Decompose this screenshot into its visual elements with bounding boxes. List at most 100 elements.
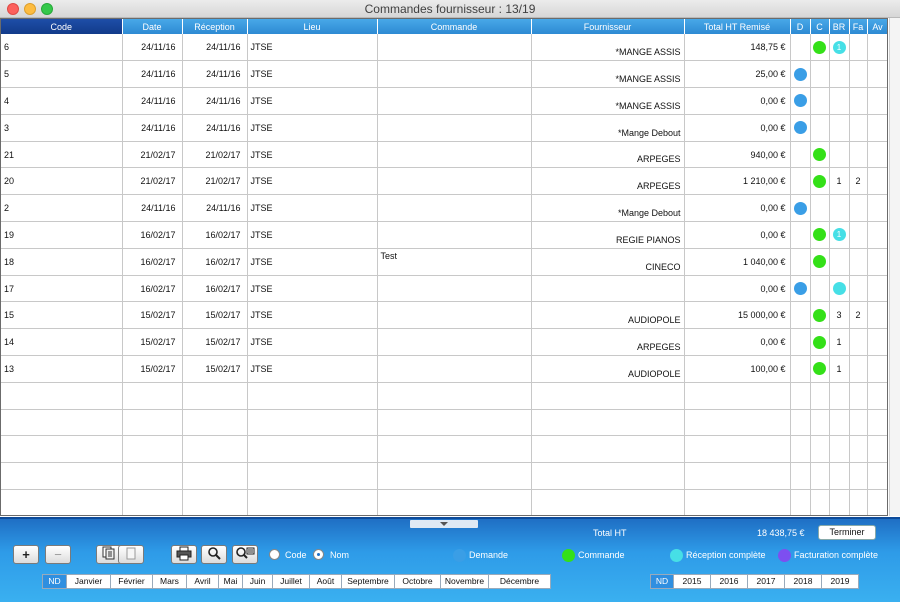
cell-br (829, 114, 850, 142)
terminer-button[interactable]: Terminer (818, 525, 876, 540)
cell-code: 19 (1, 221, 123, 249)
cell-code: 14 (1, 328, 123, 357)
column-header[interactable]: Lieu (247, 19, 378, 34)
year-tab[interactable]: 2018 (785, 574, 822, 589)
column-header[interactable]: Fa (849, 19, 868, 34)
cell-four: AUDIOPOLE (531, 301, 685, 330)
print-icon[interactable] (171, 545, 197, 564)
panel-toggle-handle[interactable] (410, 520, 478, 528)
month-tab[interactable]: Février (111, 574, 153, 589)
table-row[interactable]: 4 24/11/16 24/11/16 JTSE *MANGE ASSIS 0,00 € (1, 87, 887, 115)
column-header[interactable]: C (810, 19, 830, 34)
remove-button[interactable]: − (45, 545, 71, 564)
column-header[interactable]: Av (867, 19, 887, 34)
cell-total (684, 462, 791, 491)
column-header[interactable]: Total HT Remisé (684, 19, 791, 34)
cell-rec: 16/02/17 (182, 248, 248, 276)
column-header[interactable]: Code (1, 19, 123, 34)
column-header[interactable]: BR (829, 19, 850, 34)
month-tab[interactable]: Juin (243, 574, 273, 589)
column-header[interactable]: D (790, 19, 811, 34)
cell-rec: 16/02/17 (182, 221, 248, 249)
column-header[interactable]: Fournisseur (531, 19, 685, 34)
table-row[interactable] (1, 489, 887, 515)
cell-d (790, 382, 811, 410)
cell-total: 1 040,00 € (684, 248, 791, 276)
table-row[interactable] (1, 462, 887, 491)
cell-total (684, 489, 791, 515)
table-row[interactable]: 6 24/11/16 24/11/16 JTSE *MANGE ASSIS 148,75 … (1, 34, 887, 62)
table-row[interactable]: 19 16/02/17 16/02/17 JTSE REGIE PIANOS 0,00 €… (1, 221, 887, 249)
table-row[interactable]: 20 21/02/17 21/02/17 JTSE ARPEGES 1 210,00 €1… (1, 167, 887, 196)
cell-date: 21/02/17 (122, 167, 183, 196)
advanced-search-icon[interactable] (232, 545, 258, 564)
cell-br: 1 (829, 167, 850, 196)
table-row[interactable]: 13 15/02/17 15/02/17 JTSE AUDIOPOLE 100,00 €1 (1, 355, 887, 383)
table-row[interactable]: 5 24/11/16 24/11/16 JTSE *MANGE ASSIS 25,00 € (1, 60, 887, 89)
year-tab[interactable]: 2016 (711, 574, 748, 589)
month-tab[interactable]: Juillet (273, 574, 310, 589)
cell-total: 25,00 € (684, 60, 791, 89)
cell-lieu: JTSE (247, 248, 378, 276)
table-row[interactable] (1, 435, 887, 464)
month-tab[interactable]: ND (42, 574, 67, 589)
cell-fa (849, 221, 868, 249)
cell-fa: 2 (849, 167, 868, 196)
column-header[interactable]: Réception (182, 19, 248, 34)
cell-total: 0,00 € (684, 194, 791, 223)
year-tab[interactable]: 2015 (674, 574, 711, 589)
status-commande-dot (813, 255, 826, 269)
month-tab[interactable]: Avril (187, 574, 219, 589)
cell-code: 20 (1, 167, 123, 196)
month-tab[interactable]: Août (310, 574, 342, 589)
cell-four: *MANGE ASSIS (531, 34, 685, 62)
sort-code-radio[interactable] (269, 549, 280, 560)
table-row[interactable]: 21 21/02/17 21/02/17 JTSE ARPEGES 940,00 € (1, 141, 887, 169)
cell-d (790, 194, 811, 223)
vertical-scrollbar[interactable] (889, 18, 900, 516)
cell-br: 3 (829, 301, 850, 330)
cell-fa (849, 435, 868, 464)
cell-lieu: JTSE (247, 114, 378, 142)
table-row[interactable]: 18 16/02/17 16/02/17 JTSE Test CINECO 1 040,00… (1, 248, 887, 276)
cell-rec: 15/02/17 (182, 355, 248, 383)
table-row[interactable] (1, 409, 887, 437)
status-commande-dot (813, 148, 826, 162)
cell-fa (849, 462, 868, 491)
cell-fa (849, 141, 868, 169)
sort-nom-radio[interactable] (313, 549, 324, 560)
search-icon[interactable] (201, 545, 227, 564)
month-tab[interactable]: Mars (153, 574, 187, 589)
month-tab[interactable]: Septembre (342, 574, 395, 589)
window-title: Commandes fournisseur : 13/19 (364, 2, 536, 16)
add-button[interactable]: + (13, 545, 39, 564)
cell-av (867, 141, 887, 169)
table-row[interactable]: 17 16/02/17 16/02/17 JTSE 0,00 € (1, 275, 887, 303)
month-tab[interactable]: Octobre (395, 574, 441, 589)
cell-cmd: Test (377, 248, 532, 276)
year-tab[interactable]: 2017 (748, 574, 785, 589)
year-tab[interactable]: 2019 (822, 574, 859, 589)
month-tab[interactable]: Novembre (441, 574, 489, 589)
table-row[interactable]: 2 24/11/16 24/11/16 JTSE *Mange Debout 0,00 € (1, 194, 887, 223)
table-row[interactable] (1, 382, 887, 410)
column-header[interactable]: Date (122, 19, 183, 34)
month-tab[interactable]: Janvier (67, 574, 111, 589)
year-tab[interactable]: ND (650, 574, 674, 589)
cell-fa (849, 60, 868, 89)
table-row[interactable]: 15 15/02/17 15/02/17 JTSE AUDIOPOLE 15 000,00… (1, 301, 887, 330)
cell-cmd (377, 328, 532, 357)
cell-total: 0,00 € (684, 275, 791, 303)
month-tab[interactable]: Mai (219, 574, 243, 589)
cell-code (1, 462, 123, 491)
cell-total: 1 210,00 € (684, 167, 791, 196)
cell-d (790, 275, 811, 303)
cell-rec: 21/02/17 (182, 141, 248, 169)
table-row[interactable]: 3 24/11/16 24/11/16 JTSE *Mange Debout 0,00 € (1, 114, 887, 142)
cell-date: 21/02/17 (122, 141, 183, 169)
table-row[interactable]: 14 15/02/17 15/02/17 JTSE ARPEGES 0,00 €1 (1, 328, 887, 357)
document-icon[interactable] (118, 545, 144, 564)
column-header[interactable]: Commande (377, 19, 532, 34)
cell-av (867, 60, 887, 89)
month-tab[interactable]: Décembre (489, 574, 551, 589)
